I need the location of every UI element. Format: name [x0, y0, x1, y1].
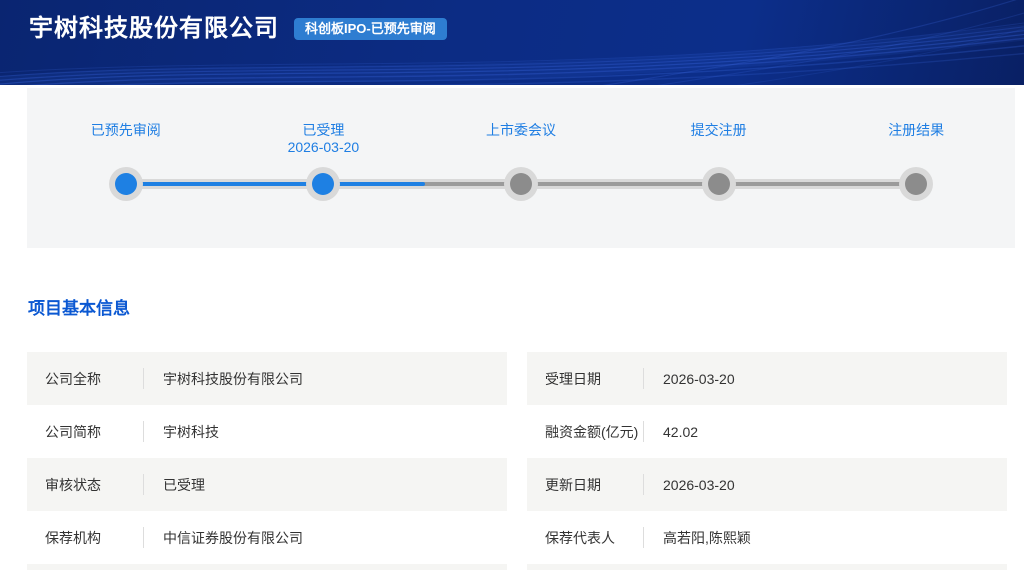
table-row: 保荐代表人 高若阳,陈熙颖: [527, 511, 1007, 564]
ipo-progress-timeline: 已预先审阅 已受理 2026-03-20 上市委会议 提交注册 注册结果: [27, 88, 1015, 248]
info-value: 2026-03-20: [663, 477, 735, 493]
label-value-divider: [143, 474, 144, 495]
label-value-divider: [643, 421, 644, 442]
page-header: 宇树科技股份有限公司 科创板IPO-已预先审阅: [0, 0, 1024, 85]
info-value: 宇树科技股份有限公司: [163, 369, 303, 389]
step-label: 已预先审阅: [91, 122, 161, 139]
step-dot: [504, 167, 538, 201]
step-label: 上市委会议: [486, 122, 556, 139]
step-label: 注册结果: [888, 122, 944, 139]
basic-info-table: 公司全称 宇树科技股份有限公司 公司简称 宇树科技 审核状态 已受理 保荐机构 …: [27, 352, 1007, 570]
label-value-divider: [643, 368, 644, 389]
info-value: 42.02: [663, 424, 698, 440]
info-value: 2026-03-20: [663, 371, 735, 387]
label-value-divider: [643, 527, 644, 548]
table-row: 审核状态 已受理: [27, 458, 507, 511]
step-dot: [899, 167, 933, 201]
info-label: 公司简称: [45, 422, 143, 442]
table-row-partial: [27, 564, 507, 570]
table-row: 保荐机构 中信证券股份有限公司: [27, 511, 507, 564]
info-label: 审核状态: [45, 475, 143, 495]
table-row: 公司简称 宇树科技: [27, 405, 507, 458]
table-row: 受理日期 2026-03-20: [527, 352, 1007, 405]
page-title: 宇树科技股份有限公司: [29, 14, 279, 44]
step-label: 已受理 2026-03-20: [288, 122, 360, 156]
track-progress: [126, 182, 425, 186]
info-label: 公司全称: [45, 369, 143, 389]
info-label: 融资金额(亿元): [545, 422, 643, 442]
step-dot-core: [510, 173, 532, 195]
info-value: 已受理: [163, 475, 205, 495]
info-value: 宇树科技: [163, 422, 219, 442]
info-label: 更新日期: [545, 475, 643, 495]
step-dot-core: [708, 173, 730, 195]
step-dot: [306, 167, 340, 201]
table-row: 公司全称 宇树科技股份有限公司: [27, 352, 507, 405]
table-row: 融资金额(亿元) 42.02: [527, 405, 1007, 458]
step-dot-core: [905, 173, 927, 195]
step-date: 2026-03-20: [288, 139, 360, 156]
table-row-partial: [527, 564, 1007, 570]
label-value-divider: [143, 421, 144, 442]
info-label: 受理日期: [545, 369, 643, 389]
info-column-right: 受理日期 2026-03-20 融资金额(亿元) 42.02 更新日期 2026…: [527, 352, 1007, 570]
label-value-divider: [643, 474, 644, 495]
step-label: 提交注册: [691, 122, 747, 139]
label-value-divider: [143, 368, 144, 389]
step-dot: [702, 167, 736, 201]
info-value: 高若阳,陈熙颖: [663, 528, 751, 548]
info-column-left: 公司全称 宇树科技股份有限公司 公司简称 宇树科技 审核状态 已受理 保荐机构 …: [27, 352, 507, 570]
table-row: 更新日期 2026-03-20: [527, 458, 1007, 511]
step-dot-core: [312, 173, 334, 195]
label-value-divider: [143, 527, 144, 548]
section-title-basic-info: 项目基本信息: [28, 294, 1024, 319]
step-dot: [109, 167, 143, 201]
ipo-status-badge: 科创板IPO-已预先审阅: [294, 18, 447, 40]
info-label: 保荐代表人: [545, 528, 643, 548]
info-value: 中信证券股份有限公司: [163, 528, 303, 548]
info-label: 保荐机构: [45, 528, 143, 548]
step-dot-core: [115, 173, 137, 195]
